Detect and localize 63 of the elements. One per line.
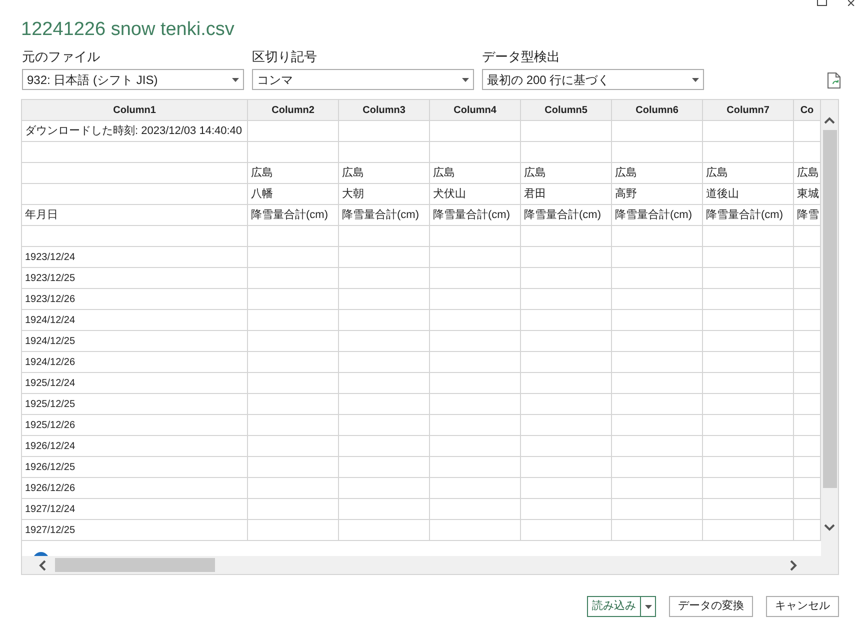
table-cell: 八幡 xyxy=(248,184,339,205)
table-cell: 広島 xyxy=(430,163,521,184)
table-cell: 1926/12/26 xyxy=(22,478,248,499)
table-cell: 1925/12/24 xyxy=(22,373,248,394)
caret-icon xyxy=(232,78,239,82)
scroll-up-icon[interactable] xyxy=(824,117,835,124)
table-cell: 降雪量合計(cm) xyxy=(521,205,612,226)
scrollbar-thumb[interactable] xyxy=(822,130,836,488)
table-cell: 1926/12/25 xyxy=(22,457,248,478)
table-cell: 降雪量合計(cm) xyxy=(430,205,521,226)
maximize-icon[interactable] xyxy=(817,0,827,6)
table-cell: 降雪量合計(cm) xyxy=(703,205,794,226)
column-header[interactable]: Column6 xyxy=(612,100,703,121)
table-cell: 大朝 xyxy=(339,184,430,205)
table-cell: 降雪量合計(cm) xyxy=(248,205,339,226)
dialog-button[interactable]: キャンセル xyxy=(766,596,839,617)
column-header[interactable]: Column7 xyxy=(703,100,794,121)
column-header[interactable]: Column2 xyxy=(248,100,339,121)
table-cell: 広島 xyxy=(703,163,794,184)
table-cell: 1925/12/25 xyxy=(22,394,248,415)
dropdown[interactable]: 932: 日本語 (シフト JIS) xyxy=(22,69,244,90)
table-cell: 1927/12/24 xyxy=(22,499,248,520)
table-cell: 広島 xyxy=(248,163,339,184)
table-cell: 降雪量合計(cm) xyxy=(339,205,430,226)
column-header[interactable]: Column5 xyxy=(521,100,612,121)
table-cell: ダウンロードした時刻: 2023/12/03 14:40:40 xyxy=(22,121,248,142)
refresh-file-icon[interactable] xyxy=(827,72,841,89)
scroll-right-icon[interactable] xyxy=(790,560,797,570)
table-cell: 広島 xyxy=(339,163,430,184)
table-cell: 1926/12/24 xyxy=(22,436,248,457)
table-cell: 高野 xyxy=(612,184,703,205)
table-cell: 犬伏山 xyxy=(430,184,521,205)
dialog-button[interactable]: データの変換 xyxy=(669,596,753,617)
table-cell: 1924/12/26 xyxy=(22,352,248,373)
scroll-down-icon[interactable] xyxy=(824,524,835,531)
table-cell: 1924/12/24 xyxy=(22,310,248,331)
table-cell: 年月日 xyxy=(22,205,248,226)
window-title: 12241226 snow tenki.csv xyxy=(21,18,236,42)
caret-icon xyxy=(692,78,699,82)
option-label: 区切り記号 xyxy=(252,49,318,65)
table-cell: 1927/12/25 xyxy=(22,520,248,541)
table-cell: 広島 xyxy=(612,163,703,184)
table-cell: 1923/12/24 xyxy=(22,247,248,268)
scroll-left-icon[interactable] xyxy=(39,560,46,570)
table-cell: 1923/12/26 xyxy=(22,289,248,310)
option-label: データ型検出 xyxy=(482,49,561,65)
column-header[interactable]: Column4 xyxy=(430,100,521,121)
table-cell: 1924/12/25 xyxy=(22,331,248,352)
table-cell: 広島 xyxy=(521,163,612,184)
column-header[interactable]: Column1 xyxy=(22,100,248,121)
table-cell: 道後山 xyxy=(703,184,794,205)
table-cell: 降雪量合計(cm) xyxy=(612,205,703,226)
table-cell: 1923/12/25 xyxy=(22,268,248,289)
caret-icon xyxy=(644,604,652,608)
table-cell: 君田 xyxy=(521,184,612,205)
scrollbar-thumb[interactable] xyxy=(55,558,215,572)
dropdown[interactable]: コンマ xyxy=(252,69,474,90)
column-header[interactable]: Column3 xyxy=(339,100,430,121)
option-label: 元のファイル xyxy=(22,49,101,65)
table-cell: 1925/12/26 xyxy=(22,415,248,436)
close-icon[interactable] xyxy=(848,0,857,6)
dropdown[interactable]: 最初の 200 行に基づく xyxy=(482,69,704,90)
caret-icon xyxy=(462,78,469,82)
